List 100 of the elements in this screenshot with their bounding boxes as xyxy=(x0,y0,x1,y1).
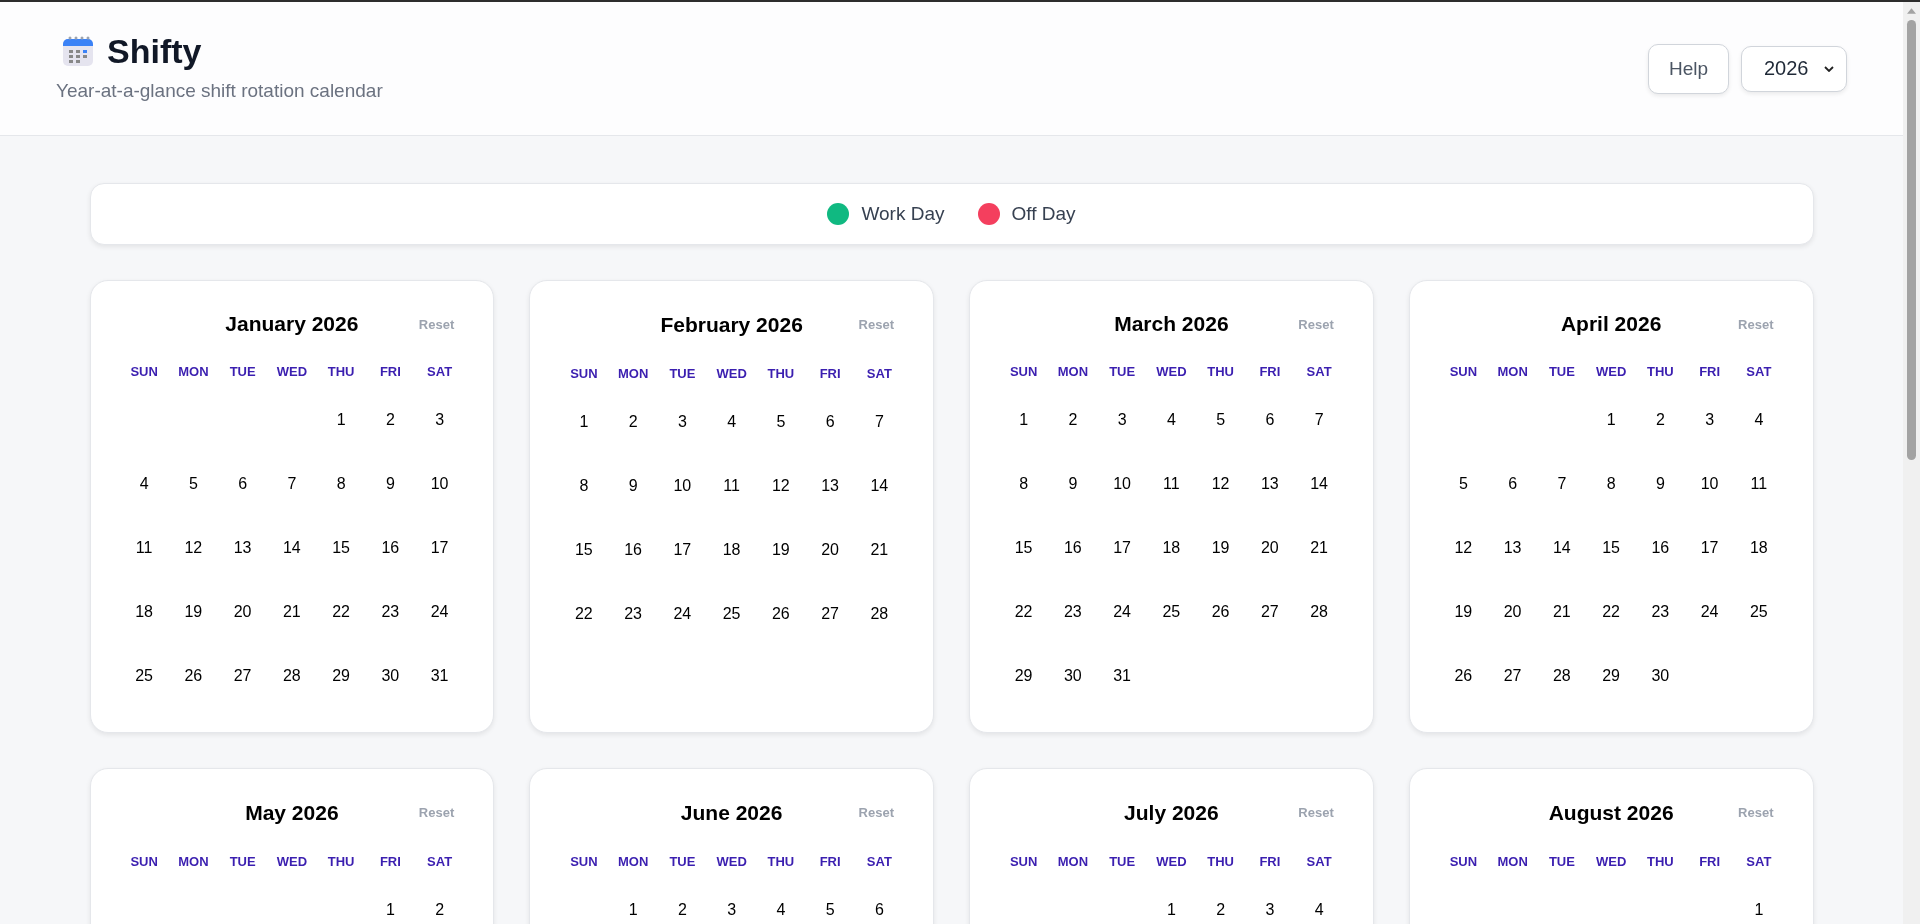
day-number[interactable]: 20 xyxy=(821,541,839,559)
day-number[interactable]: 2 xyxy=(1216,901,1226,919)
day-number[interactable]: 26 xyxy=(771,605,790,623)
day-number[interactable]: 25 xyxy=(135,667,153,685)
day-number[interactable]: 17 xyxy=(430,539,449,557)
day-number[interactable]: 27 xyxy=(821,605,839,623)
day-number[interactable]: 1 xyxy=(1606,411,1616,429)
day-number[interactable]: 16 xyxy=(1651,539,1670,557)
day-number[interactable]: 22 xyxy=(1602,603,1620,621)
day-number[interactable]: 12 xyxy=(771,477,790,495)
day-number[interactable]: 2 xyxy=(435,901,445,919)
day-number[interactable]: 25 xyxy=(1749,603,1768,621)
day-number[interactable]: 26 xyxy=(1454,667,1473,685)
day-number[interactable]: 11 xyxy=(1750,475,1768,493)
day-number[interactable]: 8 xyxy=(1019,475,1029,493)
day-number[interactable]: 14 xyxy=(870,477,889,495)
day-number[interactable]: 28 xyxy=(870,605,889,623)
day-number[interactable]: 13 xyxy=(821,477,839,495)
day-number[interactable]: 30 xyxy=(1651,667,1670,685)
day-number[interactable]: 8 xyxy=(579,477,589,495)
day-number[interactable]: 9 xyxy=(1655,475,1665,493)
day-number[interactable]: 4 xyxy=(1166,411,1176,429)
day-number[interactable]: 9 xyxy=(385,475,395,493)
day-number[interactable]: 6 xyxy=(238,475,248,493)
day-number[interactable]: 1 xyxy=(1019,411,1029,429)
day-number[interactable]: 30 xyxy=(1063,667,1082,685)
day-number[interactable]: 20 xyxy=(1503,603,1522,621)
day-number[interactable]: 4 xyxy=(727,413,737,431)
day-number[interactable]: 24 xyxy=(673,605,692,623)
day-number[interactable]: 17 xyxy=(673,541,692,559)
day-number[interactable]: 5 xyxy=(1216,411,1226,429)
day-number[interactable]: 7 xyxy=(874,413,884,431)
help-button[interactable]: Help xyxy=(1647,43,1729,94)
day-number[interactable]: 4 xyxy=(1754,411,1764,429)
day-number[interactable]: 1 xyxy=(628,901,638,919)
day-number[interactable]: 18 xyxy=(1162,539,1181,557)
day-number[interactable]: 2 xyxy=(1068,411,1078,429)
day-number[interactable]: 13 xyxy=(1260,475,1279,493)
day-number[interactable]: 22 xyxy=(1014,603,1033,621)
day-number[interactable]: 18 xyxy=(135,603,153,621)
day-number[interactable]: 18 xyxy=(1749,539,1768,557)
day-number[interactable]: 31 xyxy=(430,667,449,685)
day-number[interactable]: 3 xyxy=(1117,411,1127,429)
day-number[interactable]: 25 xyxy=(1162,603,1181,621)
day-number[interactable]: 14 xyxy=(282,539,301,557)
day-number[interactable]: 7 xyxy=(1314,411,1324,429)
day-number[interactable]: 12 xyxy=(184,539,203,557)
day-number[interactable]: 15 xyxy=(332,539,350,557)
day-number[interactable]: 5 xyxy=(825,901,835,919)
day-number[interactable]: 2 xyxy=(677,901,687,919)
day-number[interactable]: 3 xyxy=(1705,411,1715,429)
day-number[interactable]: 15 xyxy=(1602,539,1620,557)
day-number[interactable]: 11 xyxy=(1163,475,1180,493)
day-number[interactable]: 15 xyxy=(574,541,593,559)
day-number[interactable]: 21 xyxy=(1552,603,1571,621)
day-number[interactable]: 1 xyxy=(579,413,589,431)
day-number[interactable]: 21 xyxy=(282,603,301,621)
scroll-up-icon[interactable] xyxy=(1907,8,1916,14)
day-number[interactable]: 22 xyxy=(332,603,350,621)
day-number[interactable]: 9 xyxy=(628,477,638,495)
day-number[interactable]: 16 xyxy=(1063,539,1082,557)
day-number[interactable]: 22 xyxy=(574,605,593,623)
day-number[interactable]: 3 xyxy=(677,413,687,431)
day-number[interactable]: 7 xyxy=(287,475,297,493)
day-number[interactable]: 23 xyxy=(624,605,642,623)
day-number[interactable]: 27 xyxy=(1503,667,1522,685)
day-number[interactable]: 27 xyxy=(1260,603,1279,621)
day-number[interactable]: 5 xyxy=(188,475,198,493)
day-number[interactable]: 20 xyxy=(233,603,252,621)
day-number[interactable]: 12 xyxy=(1454,539,1473,557)
day-number[interactable]: 25 xyxy=(722,605,741,623)
day-number[interactable]: 10 xyxy=(1113,475,1131,493)
day-number[interactable]: 6 xyxy=(825,413,835,431)
day-number[interactable]: 30 xyxy=(381,667,400,685)
day-number[interactable]: 10 xyxy=(1700,475,1719,493)
day-number[interactable]: 11 xyxy=(135,539,153,557)
day-number[interactable]: 19 xyxy=(184,603,203,621)
day-number[interactable]: 29 xyxy=(332,667,350,685)
day-number[interactable]: 28 xyxy=(1310,603,1328,621)
day-number[interactable]: 24 xyxy=(1113,603,1131,621)
scrollbar[interactable] xyxy=(1903,2,1920,924)
day-number[interactable]: 9 xyxy=(1068,475,1078,493)
day-number[interactable]: 5 xyxy=(776,413,786,431)
day-number[interactable]: 4 xyxy=(139,475,149,493)
day-number[interactable]: 2 xyxy=(385,411,395,429)
day-number[interactable]: 16 xyxy=(381,539,400,557)
day-number[interactable]: 8 xyxy=(336,475,346,493)
day-number[interactable]: 12 xyxy=(1211,475,1230,493)
day-number[interactable]: 19 xyxy=(771,541,790,559)
day-number[interactable]: 16 xyxy=(624,541,642,559)
day-number[interactable]: 7 xyxy=(1557,475,1567,493)
day-number[interactable]: 13 xyxy=(1503,539,1522,557)
day-number[interactable]: 1 xyxy=(1166,901,1176,919)
day-number[interactable]: 11 xyxy=(723,477,740,495)
day-number[interactable]: 15 xyxy=(1014,539,1033,557)
day-number[interactable]: 10 xyxy=(673,477,692,495)
day-number[interactable]: 14 xyxy=(1310,475,1328,493)
day-number[interactable]: 8 xyxy=(1606,475,1616,493)
day-number[interactable]: 24 xyxy=(1700,603,1719,621)
day-number[interactable]: 3 xyxy=(1265,901,1275,919)
